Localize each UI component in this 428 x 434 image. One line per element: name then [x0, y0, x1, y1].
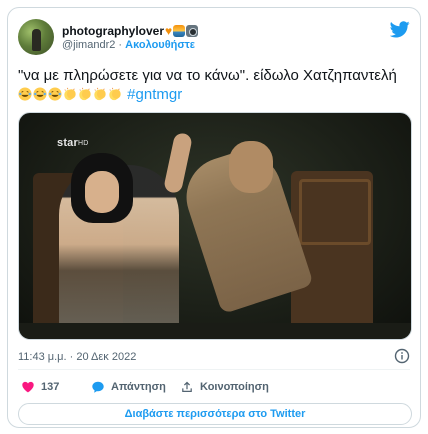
- reply-label: Απάντηση: [111, 381, 166, 393]
- tweet-actions: 137 Απάντηση Κοινοποίηση: [18, 378, 412, 396]
- channel-logo-name: star: [57, 137, 78, 149]
- meta-separator: ·: [69, 351, 74, 363]
- tweet-media[interactable]: starHD: [18, 112, 412, 340]
- joy-emoji-icon: [48, 87, 62, 101]
- reply-button[interactable]: Απάντηση: [91, 378, 166, 396]
- clap-emoji-icon: [94, 87, 106, 101]
- tweet-timestamp[interactable]: 11:43 μ.μ. · 20 Δεκ 2022: [18, 351, 136, 363]
- name-emojis: ♥: [165, 23, 199, 38]
- follow-button[interactable]: Ακολουθήστε: [125, 39, 195, 51]
- tweet-date: 20 Δεκ 2022: [76, 351, 137, 363]
- read-more-button[interactable]: Διαβάστε περισσότερα στο Twitter: [18, 403, 412, 425]
- media-floor: [19, 323, 411, 339]
- like-button[interactable]: 137: [21, 378, 59, 396]
- media-head-right: [229, 141, 273, 193]
- tweet-header: photographylover ♥ @jimandr2 · Ακολουθήστ…: [18, 19, 410, 57]
- share-label: Κοινοποίηση: [200, 381, 269, 393]
- joy-emoji-icon: [18, 87, 32, 101]
- display-name[interactable]: photographylover: [62, 24, 164, 38]
- tweet-text: "να με πληρώσετε για να το κάνω". είδωλο…: [18, 66, 408, 104]
- tweet-body: "να με πληρώσετε για να το κάνω". είδωλο…: [18, 67, 397, 84]
- separator: ·: [118, 39, 123, 51]
- heart-icon: [22, 381, 34, 393]
- camera-icon: [186, 24, 199, 37]
- sunset-icon: [173, 24, 186, 37]
- share-icon: [182, 381, 192, 392]
- sub-line: @jimandr2 · Ακολουθήστε: [62, 39, 195, 51]
- user-line: photographylover ♥: [62, 22, 199, 40]
- tweet-card: photographylover ♥ @jimandr2 · Ακολουθήστ…: [7, 7, 421, 428]
- orange-heart-icon: ♥: [165, 23, 173, 38]
- tweet-time: 11:43 μ.μ.: [18, 351, 67, 363]
- clap-emoji-icon: [79, 87, 91, 101]
- reply-bubble-icon: [92, 381, 104, 393]
- avatar[interactable]: [18, 19, 54, 55]
- like-count: 137: [41, 381, 60, 393]
- info-icon[interactable]: [394, 348, 410, 364]
- joy-emoji-icon: [33, 87, 47, 101]
- twitter-bird-icon[interactable]: [390, 21, 410, 38]
- divider: [18, 369, 410, 370]
- share-button[interactable]: Κοινοποίηση: [180, 378, 269, 396]
- clap-emoji-icon: [109, 87, 121, 101]
- channel-logo-suffix: HD: [77, 140, 89, 147]
- tweet-emojis: [18, 86, 127, 103]
- channel-logo: starHD: [57, 137, 89, 149]
- user-handle[interactable]: @jimandr2: [62, 39, 115, 51]
- hashtag-link[interactable]: #gntmgr: [127, 86, 182, 103]
- clap-emoji-icon: [64, 87, 76, 101]
- media-face: [85, 171, 119, 213]
